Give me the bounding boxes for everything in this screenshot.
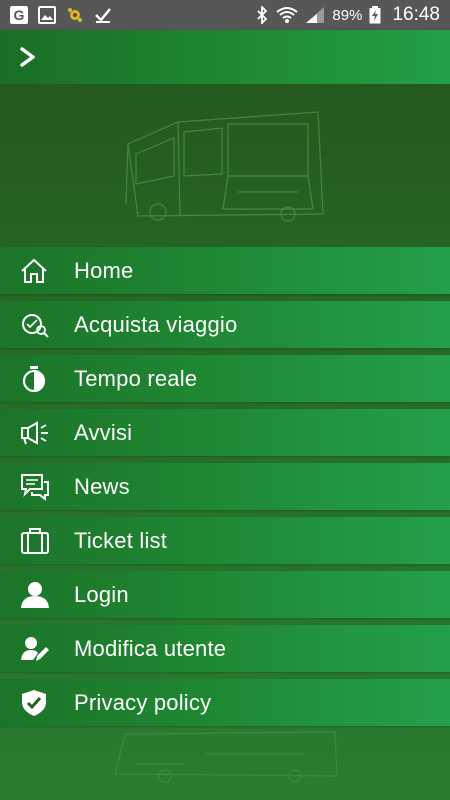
menu-item-label: Ticket list: [74, 527, 168, 553]
menu-item-label: Tempo reale: [74, 365, 198, 391]
menu-item-tempo-reale[interactable]: Tempo reale: [0, 355, 450, 402]
stopwatch-icon: [0, 355, 74, 402]
menu-item-label: Login: [74, 581, 129, 607]
menu-item-label: Modifica utente: [74, 635, 227, 661]
chevron-right-icon: [18, 46, 38, 68]
menu-item-ticket-list[interactable]: Ticket list: [0, 517, 450, 564]
check-icon: [94, 6, 112, 24]
bus-silhouette: [105, 724, 345, 784]
image-icon: [38, 6, 56, 24]
wifi-icon: [276, 6, 299, 24]
megaphone-icon: [0, 409, 74, 456]
status-bar-notifications: G: [10, 6, 112, 24]
menu-item-label: Privacy policy: [74, 689, 212, 715]
drawer-toggle-button[interactable]: [0, 30, 56, 84]
menu-item-label: Avvisi: [74, 419, 133, 445]
home-icon: [0, 247, 74, 294]
search-ticket-icon: [0, 301, 74, 348]
menu-item-privacy-policy[interactable]: Privacy policy: [0, 679, 450, 726]
menu-item-label: Home: [74, 257, 134, 283]
google-icon: G: [10, 6, 28, 24]
user-icon: [0, 571, 74, 618]
signal-icon: [305, 6, 325, 24]
menu-item-news[interactable]: News: [0, 463, 450, 510]
menu-item-label: Acquista viaggio: [74, 311, 238, 337]
navigation-drawer: Home Acquista viaggio Tempo reale Avvisi: [0, 84, 450, 800]
menu-item-home[interactable]: Home: [0, 247, 450, 294]
app-icon: [66, 6, 84, 24]
bluetooth-icon: [255, 6, 269, 24]
battery-icon: [369, 6, 381, 24]
svg-text:G: G: [14, 7, 25, 23]
menu-item-avvisi[interactable]: Avvisi: [0, 409, 450, 456]
menu-item-modifica-utente[interactable]: Modifica utente: [0, 625, 450, 672]
status-bar-system: 89% 16:48: [255, 4, 440, 26]
menu-item-login[interactable]: Login: [0, 571, 450, 618]
app-bar: [0, 30, 450, 84]
menu-item-acquista-viaggio[interactable]: Acquista viaggio: [0, 301, 450, 348]
menu-item-label: News: [74, 473, 130, 499]
bus-illustration: [118, 104, 328, 226]
edit-user-icon: [0, 625, 74, 672]
chat-bubbles-icon: [0, 463, 74, 510]
drawer-menu: Home Acquista viaggio Tempo reale Avvisi: [0, 247, 450, 733]
battery-percentage: 89%: [332, 6, 363, 24]
shield-check-icon: [0, 679, 74, 726]
clock: 16:48: [392, 4, 440, 25]
status-bar: G 89% 16:48: [0, 0, 450, 30]
briefcase-icon: [0, 517, 74, 564]
